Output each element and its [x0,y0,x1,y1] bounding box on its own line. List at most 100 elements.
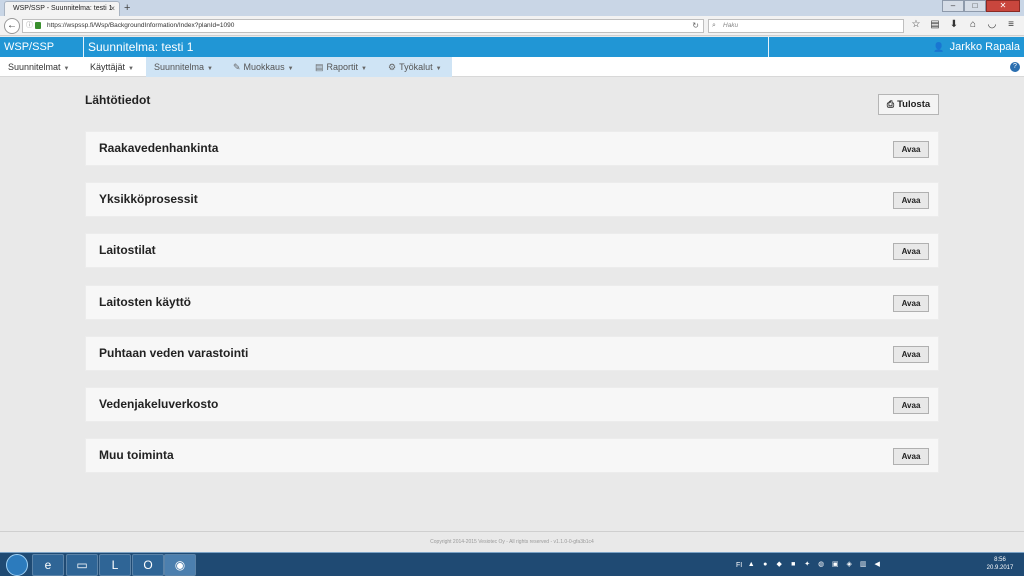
caret-down-icon: ▼ [128,66,134,72]
section-panel: Muu toiminta Avaa [85,438,939,473]
system-clock[interactable]: 8:56 20.9.2017 [985,556,1015,572]
browser-tab[interactable]: WSP/SSP - Suunnitelma: testi 1 × [4,1,120,16]
plan-title: Suunnitelma: testi 1 [88,40,194,54]
search-input[interactable]: ⌕ Haku [708,19,904,33]
user-icon: 👤 [933,42,945,52]
menu-item-kayttajat[interactable]: Käyttäjät ▼ [82,57,142,77]
menu-item-label: Muokkaus [243,62,285,72]
download-icon[interactable]: ⬇ [948,19,960,31]
search-placeholder: Haku [723,22,739,29]
menu-item-tyokalut[interactable]: ⚙ Työkalut ▼ [380,57,452,77]
print-button[interactable]: ⎙ Tulosta [878,94,939,115]
menu-item-label: Suunnitelma [154,62,205,72]
outlook-icon[interactable]: O [132,554,164,576]
window-controls: – □ ✕ [942,0,1020,12]
caret-down-icon: ▼ [207,66,213,72]
edit-icon: ✎ [233,62,241,72]
address-bar[interactable]: ⓘ https://wspssp.fi/Wsp/BackgroundInform… [22,19,704,33]
page-title: Lähtötiedot [85,93,151,107]
close-window-button[interactable]: ✕ [986,0,1020,12]
menu-item-label: Suunnitelmat [8,62,61,72]
menu-item-suunnitelmat[interactable]: Suunnitelmat ▼ [0,57,78,77]
tray-app-icon[interactable]: ◆ [774,560,784,570]
section-title: Vedenjakeluverkosto [99,397,219,411]
tray-arrow-icon[interactable]: ▲ [746,560,756,570]
tray-app-icon[interactable]: ▣ [830,560,840,570]
maximize-button[interactable]: □ [964,0,986,12]
open-button[interactable]: Avaa [893,397,929,414]
pocket-icon[interactable]: ◡ [986,19,998,31]
section-title: Muu toiminta [99,448,174,462]
page-footer: Copyright 2014-2015 Vesiotec Oy - All ri… [0,531,1024,552]
internet-explorer-icon[interactable]: e [32,554,64,576]
file-explorer-icon[interactable]: ▭ [66,554,98,576]
copyright-text: Copyright 2014-2015 Vesiotec Oy - All ri… [430,539,594,545]
caret-down-icon: ▼ [63,66,70,72]
tray-app-icon[interactable]: ● [760,560,770,570]
browser-tab-title: WSP/SSP - Suunnitelma: testi 1 [13,5,113,12]
section-panel: Puhtaan veden varastointi Avaa [85,336,939,371]
menu-item-label: Raportit [326,62,359,72]
reload-icon[interactable]: ↻ [692,20,699,32]
caret-down-icon: ▼ [287,66,294,72]
windows-taskbar: e ▭ L O ◉ FI ▲ ● ◆ ■ ✦ ◍ ▣ ◈ ▥ ◀ 8:56 20… [0,552,1024,576]
new-tab-button[interactable]: + [124,0,130,16]
start-button[interactable] [6,554,28,576]
home-icon[interactable]: ⌂ [967,19,979,31]
user-menu[interactable]: 👤 Jarkko Rapala [768,37,1024,57]
section-panel: Laitosten käyttö Avaa [85,285,939,320]
section-title: Laitostilat [99,243,156,257]
menu-item-raportit[interactable]: ▤ Raportit ▼ [307,57,380,77]
browser-navbar: ← ⓘ https://wspssp.fi/Wsp/BackgroundInfo… [0,16,1024,36]
lync-icon[interactable]: L [99,554,131,576]
caret-down-icon: ▼ [361,66,367,72]
open-button[interactable]: Avaa [893,295,929,312]
section-title: Puhtaan veden varastointi [99,346,249,360]
back-arrow-icon[interactable]: ← [4,18,20,34]
browser-toolbar: ☆ ▤ ⬇ ⌂ ◡ ≡ [910,19,1017,31]
document-icon: ▤ [315,62,324,72]
clipboard-icon[interactable]: ▤ [929,19,941,31]
bookmark-star-icon[interactable]: ☆ [910,19,922,31]
tray-app-icon[interactable]: ◈ [844,560,854,570]
clock-date: 20.9.2017 [986,565,1014,571]
clock-time: 8:56 [994,557,1006,563]
section-title: Raakavedenhankinta [99,141,219,155]
app-brand[interactable]: WSP/SSP [0,37,84,57]
menu-item-label: Käyttäjät [90,62,126,72]
browser-tab-strip: WSP/SSP - Suunnitelma: testi 1 × + – □ ✕ [0,0,1024,16]
minimize-button[interactable]: – [942,0,964,12]
open-button[interactable]: Avaa [893,243,929,260]
tray-app-icon[interactable]: ◍ [816,560,826,570]
open-button[interactable]: Avaa [893,192,929,209]
open-button[interactable]: Avaa [893,141,929,158]
system-tray: FI ▲ ● ◆ ■ ✦ ◍ ▣ ◈ ▥ ◀ [736,557,882,573]
url-text: https://wspssp.fi/Wsp/BackgroundInformat… [47,22,235,29]
menu-item-label: Työkalut [399,62,433,72]
menu-item-suunnitelma[interactable]: Suunnitelma ▼ [146,57,225,77]
caret-down-icon: ▼ [435,66,442,72]
menu-item-muokkaus[interactable]: ✎ Muokkaus ▼ [225,57,307,77]
info-icon[interactable]: ⓘ [26,20,33,32]
volume-icon[interactable]: ◀ [872,560,882,570]
open-button[interactable]: Avaa [893,448,929,465]
help-icon[interactable]: ? [1010,62,1020,72]
tray-app-icon[interactable]: ✦ [802,560,812,570]
hamburger-menu-icon[interactable]: ≡ [1005,19,1017,31]
section-title: Yksikköprosessit [99,192,198,206]
open-button[interactable]: Avaa [893,346,929,363]
section-panel: Raakavedenhankinta Avaa [85,131,939,166]
print-button-label: Tulosta [897,99,931,110]
app-header: WSP/SSP Suunnitelma: testi 1 👤 Jarkko Ra… [0,37,1024,57]
section-title: Laitosten käyttö [99,295,192,309]
gear-icon: ⚙ [388,62,397,72]
lock-icon [35,22,41,29]
language-indicator[interactable]: FI [736,562,742,569]
tray-app-icon[interactable]: ■ [788,560,798,570]
user-name: Jarkko Rapala [949,41,1020,53]
printer-icon: ⎙ [886,99,895,109]
close-tab-icon[interactable]: × [110,2,115,15]
network-icon[interactable]: ▥ [858,560,868,570]
search-icon: ⌕ [712,22,716,29]
firefox-icon[interactable]: ◉ [164,554,196,576]
